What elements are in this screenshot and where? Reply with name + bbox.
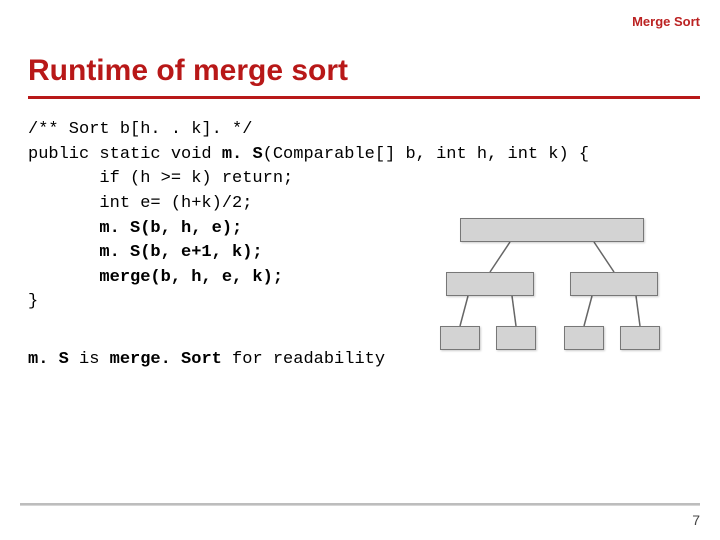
code-line: merge(b, h, e, k);	[28, 268, 283, 287]
annotation: m. S is merge. Sort for readability	[28, 350, 385, 369]
code-line: /** Sort b[h. . k]. */	[28, 120, 252, 139]
code-line: int e= (h+k)/2;	[28, 194, 252, 213]
code-method-name: m. S	[222, 145, 263, 164]
code-line: m. S(b, h, e);	[28, 219, 242, 238]
tree-node-leaf	[496, 326, 536, 350]
tree-node-leaf	[564, 326, 604, 350]
title-divider	[28, 96, 700, 99]
annotation-text: for readability	[222, 350, 385, 369]
tree-node	[446, 272, 534, 296]
header-label: Merge Sort	[632, 14, 700, 29]
tree-node-leaf	[620, 326, 660, 350]
code-text: (Comparable[] b, int h, int k) {	[263, 145, 589, 164]
code-line: public static void m. S(Comparable[] b, …	[28, 145, 589, 164]
code-line: }	[28, 292, 38, 311]
annotation-term: merge. Sort	[110, 350, 222, 369]
recursion-tree-diagram	[410, 218, 690, 388]
page-number: 7	[692, 512, 700, 528]
code-line: m. S(b, e+1, k);	[28, 243, 263, 262]
annotation-text: is	[69, 350, 110, 369]
tree-node-root	[460, 218, 644, 242]
tree-node	[570, 272, 658, 296]
slide-title: Runtime of merge sort	[28, 54, 348, 88]
annotation-term: m. S	[28, 350, 69, 369]
code-line: if (h >= k) return;	[28, 169, 293, 188]
code-text: public static void	[28, 145, 222, 164]
footer-divider	[20, 503, 700, 506]
tree-node-leaf	[440, 326, 480, 350]
